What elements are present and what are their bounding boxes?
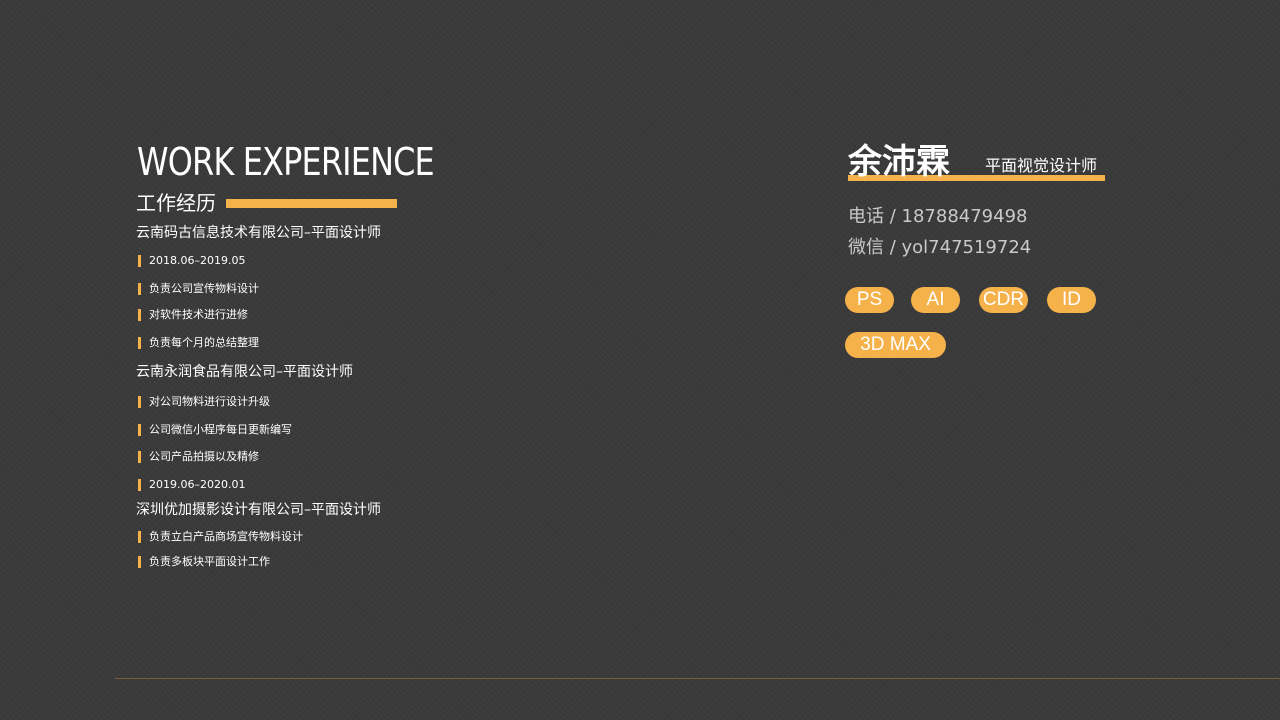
list-item: 负责立白产品商场宣传物料设计 (138, 530, 303, 544)
list-item-text: 负责立白产品商场宣传物料设计 (149, 530, 303, 543)
bullet-marker (138, 479, 141, 491)
bullet-marker (138, 255, 141, 267)
list-item-text: 公司微信小程序每日更新编写 (149, 423, 292, 436)
list-item: 2018.06–2019.05 (138, 254, 245, 268)
bullet-marker (138, 283, 141, 295)
list-item: 公司微信小程序每日更新编写 (138, 423, 292, 437)
heading-accent-bar (226, 199, 397, 208)
bullet-marker (138, 396, 141, 408)
list-item-text: 负责每个月的总结整理 (149, 336, 259, 349)
bullet-marker (138, 424, 141, 436)
job-title: 平面视觉设计师 (985, 156, 1098, 175)
list-item-text: 对软件技术进行进修 (149, 308, 248, 321)
company-title: 云南永润食品有限公司–平面设计师 (136, 364, 353, 380)
skill-badge: 3D MAX (845, 332, 946, 358)
person-name: 余沛霖 (848, 142, 950, 182)
phone-text: 电话 / 18788479498 (848, 206, 1028, 227)
skill-badge: ID (1047, 287, 1096, 313)
list-item: 负责每个月的总结整理 (138, 336, 259, 350)
list-item: 对软件技术进行进修 (138, 308, 248, 322)
skill-badge: CDR (979, 287, 1028, 313)
bullet-marker (138, 556, 141, 568)
list-item: 负责公司宣传物料设计 (138, 282, 259, 296)
footer-divider (115, 678, 1280, 679)
list-item: 公司产品拍摄以及精修 (138, 450, 259, 464)
list-item: 对公司物料进行设计升级 (138, 395, 270, 409)
bullet-marker (138, 451, 141, 463)
wechat-text: 微信 / yol747519724 (848, 237, 1032, 258)
list-item-text: 负责多板块平面设计工作 (149, 555, 270, 568)
list-item: 2019.06–2020.01 (138, 478, 245, 492)
bullet-marker (138, 531, 141, 543)
list-item-text: 2018.06–2019.05 (149, 254, 246, 267)
company-title: 云南码古信息技术有限公司–平面设计师 (136, 225, 381, 241)
company-title: 深圳优加摄影设计有限公司–平面设计师 (136, 502, 381, 518)
skill-badge: AI (911, 287, 960, 313)
skill-badge: PS (845, 287, 894, 313)
bullet-marker (138, 337, 141, 349)
list-item-text: 2019.06–2020.01 (149, 478, 246, 491)
section-heading-cn: 工作经历 (136, 191, 216, 215)
list-item-text: 对公司物料进行设计升级 (149, 395, 270, 408)
bullet-marker (138, 309, 141, 321)
section-heading-en: WORK EXPERIENCE (137, 140, 435, 184)
list-item-text: 负责公司宣传物料设计 (149, 282, 259, 295)
list-item: 负责多板块平面设计工作 (138, 555, 270, 569)
list-item-text: 公司产品拍摄以及精修 (149, 450, 259, 463)
